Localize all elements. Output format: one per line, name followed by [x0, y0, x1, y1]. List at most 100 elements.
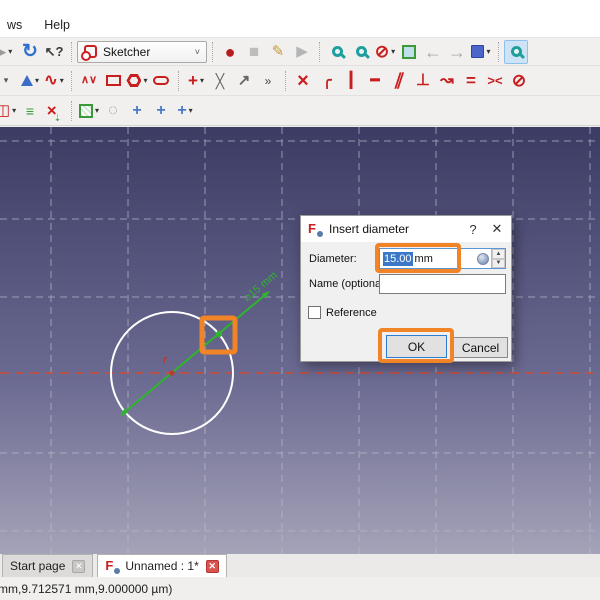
dropdown-arrow-icon[interactable]: ▾ [12, 106, 16, 115]
nav-forward-icon[interactable]: → [445, 40, 469, 64]
document-tab-bar: Start page ✕ F Unnamed : 1* ✕ [0, 554, 600, 577]
create-conic-icon[interactable]: ▾ [18, 69, 42, 93]
constraint-horizontal-icon[interactable]: ━ [363, 69, 387, 93]
origin-point[interactable] [169, 370, 175, 376]
document-tab-start-page[interactable]: Start page ✕ [2, 554, 94, 577]
document-tab-unnamed-1-[interactable]: F Unnamed : 1* ✕ [97, 554, 227, 577]
dialog-close-button[interactable]: ✕ [485, 218, 509, 240]
macro-stop-icon[interactable]: ■ [242, 40, 266, 64]
diameter-dimension-line[interactable] [124, 294, 266, 413]
toolbar-sketcher-geometry: ▾ ▾ ∿ ▾ ∧∨ ▾ + ▾ ╳ ↗» × ╭ ┃ ━ ∥ ⊥ ↝ = >< ⊘ [0, 66, 600, 96]
dropdown-arrow-icon[interactable]: ▾ [189, 106, 193, 115]
draw-style-icon[interactable]: ⊘ ▾ [373, 40, 397, 64]
bspline-insert-knot-icon[interactable]: + [125, 99, 149, 123]
create-slot-icon[interactable] [149, 69, 173, 93]
whats-this-icon[interactable]: ↖? [42, 40, 66, 64]
close-tab-icon[interactable]: ✕ [205, 559, 219, 573]
constraint-horizontal-icon: ━ [370, 72, 380, 89]
convert-to-bspline-icon [78, 103, 93, 118]
macro-edit-icon[interactable]: ✎ [266, 40, 290, 64]
dropdown-arrow-icon[interactable]: ▾ [143, 76, 147, 85]
create-rectangle-icon[interactable] [101, 69, 125, 93]
dropdown-arrow-icon[interactable]: ▾ [8, 47, 12, 56]
dropdown-arrow-icon[interactable]: ▾ [35, 76, 39, 85]
menu-item-help[interactable]: Help [42, 17, 72, 33]
constraint-block-icon: ⊘ [511, 71, 527, 90]
toolbar-separator [285, 70, 286, 91]
macro-play-icon: ▶ [296, 43, 308, 60]
bspline-increase-degree-icon[interactable]: + [149, 99, 173, 123]
bspline-insert-knot-icon: + [132, 101, 142, 119]
sync-view-icon[interactable] [504, 39, 528, 64]
dropdown-arrow-icon[interactable]: ▾ [486, 47, 490, 56]
dialog-title-bar[interactable]: F Insert diameter ? ✕ [301, 216, 511, 242]
diameter-spinner[interactable]: ▲ ▼ [491, 249, 505, 268]
dropdown-arrow-icon[interactable]: ▾ [391, 47, 395, 56]
constraint-equal-icon[interactable]: = [459, 69, 483, 93]
dialog-title: Insert diameter [329, 222, 410, 236]
macro-record-icon[interactable]: ● [218, 40, 242, 64]
workbench-selector[interactable]: Sketcher ˅ [77, 40, 207, 63]
constraint-vertical-icon: ┃ [346, 72, 356, 89]
create-bspline-icon[interactable]: ∿ ▾ [42, 69, 66, 93]
sync-view-icon [510, 46, 522, 57]
toggle-construction-icon: ◫ [0, 103, 10, 118]
toolbar-separator [212, 41, 213, 62]
menu-item-ws[interactable]: ws [5, 17, 24, 33]
dropdown-arrow-icon[interactable]: ▾ [95, 106, 99, 115]
diameter-label: Diameter: [309, 253, 357, 265]
trim-edge-icon[interactable]: ╳ [208, 69, 232, 93]
reference-checkbox[interactable] [308, 306, 321, 319]
constraint-symmetric-icon[interactable]: >< [483, 69, 507, 93]
create-polygon-icon[interactable]: ▾ [125, 69, 149, 93]
ok-button[interactable]: OK [386, 335, 447, 358]
fit-all-icon[interactable] [325, 40, 349, 64]
dropdown-arrow-icon[interactable]: ▾ [60, 76, 64, 85]
freecad-app-icon: F [105, 559, 121, 574]
file-dropdown-partial-icon[interactable]: ▸ ▾ [0, 40, 18, 64]
macro-play-icon[interactable]: ▶ [290, 40, 314, 64]
constraint-coincident-icon: × [297, 69, 309, 92]
rotate-view-icon[interactable]: ▾ [469, 40, 493, 64]
dialog-help-button[interactable]: ? [461, 218, 485, 240]
macro-record-icon: ● [224, 41, 236, 62]
bspline-modify-knot-icon[interactable]: + ▾ [173, 99, 197, 123]
toggle-construction-icon[interactable]: ◫▾ [0, 99, 18, 123]
isometric-view-icon[interactable] [397, 40, 421, 64]
dropdown-arrow-icon[interactable]: ▾ [200, 76, 204, 85]
circle-edge-point[interactable] [215, 330, 223, 338]
bspline-modify-knot-icon: + [177, 101, 187, 119]
diameter-input[interactable]: 15.00 mm ▲ ▼ [379, 248, 506, 269]
refresh-icon[interactable]: ↻ [18, 40, 42, 64]
create-point-icon[interactable]: + ▾ [184, 69, 208, 93]
bspline-degree-icon: ◌ [108, 101, 118, 119]
constraint-equal-icon: = [466, 71, 476, 90]
internal-geometry-icon[interactable]: ≡ [18, 99, 42, 123]
constraint-tangent-icon: ↝ [440, 71, 454, 89]
constraint-parallel-icon[interactable]: ∥ [387, 69, 411, 93]
close-tab-icon[interactable]: ✕ [72, 559, 86, 573]
delete-constraints-icon[interactable]: × ⇣ [42, 99, 66, 123]
expression-editor-icon[interactable] [477, 252, 489, 265]
status-bar: mm,9.712571 mm,9.000000 µm) [0, 577, 600, 600]
geometry-dropdown-partial-icon[interactable]: ▾ [0, 69, 18, 93]
toolbar-sketcher-tools: ◫▾≡×⇣▾◌+++▾ [0, 96, 600, 126]
create-polyline-icon[interactable]: ∧∨ [77, 69, 101, 93]
constraint-point-on-object-icon[interactable]: ╭ [315, 69, 339, 93]
toolbar-separator [319, 41, 320, 62]
constraint-perpendicular-icon[interactable]: ⊥ [411, 69, 435, 93]
spin-down-icon[interactable]: ▼ [492, 258, 505, 268]
constraint-vertical-icon[interactable]: ┃ [339, 69, 363, 93]
cancel-button[interactable]: Cancel [453, 337, 508, 358]
constraint-tangent-icon[interactable]: ↝ [435, 69, 459, 93]
constraint-coincident-icon[interactable]: × [291, 69, 315, 93]
toolbar-overflow-icon[interactable]: » [256, 69, 280, 93]
name-input[interactable] [379, 274, 506, 294]
convert-to-bspline-icon[interactable]: ▾ [77, 99, 101, 123]
extend-edge-icon[interactable]: ↗ [232, 69, 256, 93]
nav-back-icon[interactable]: ← [421, 40, 445, 64]
constraint-block-icon[interactable]: ⊘ [507, 69, 531, 93]
spin-up-icon[interactable]: ▲ [492, 249, 505, 259]
bspline-degree-icon[interactable]: ◌ [101, 99, 125, 123]
fit-selection-icon[interactable] [349, 40, 373, 64]
